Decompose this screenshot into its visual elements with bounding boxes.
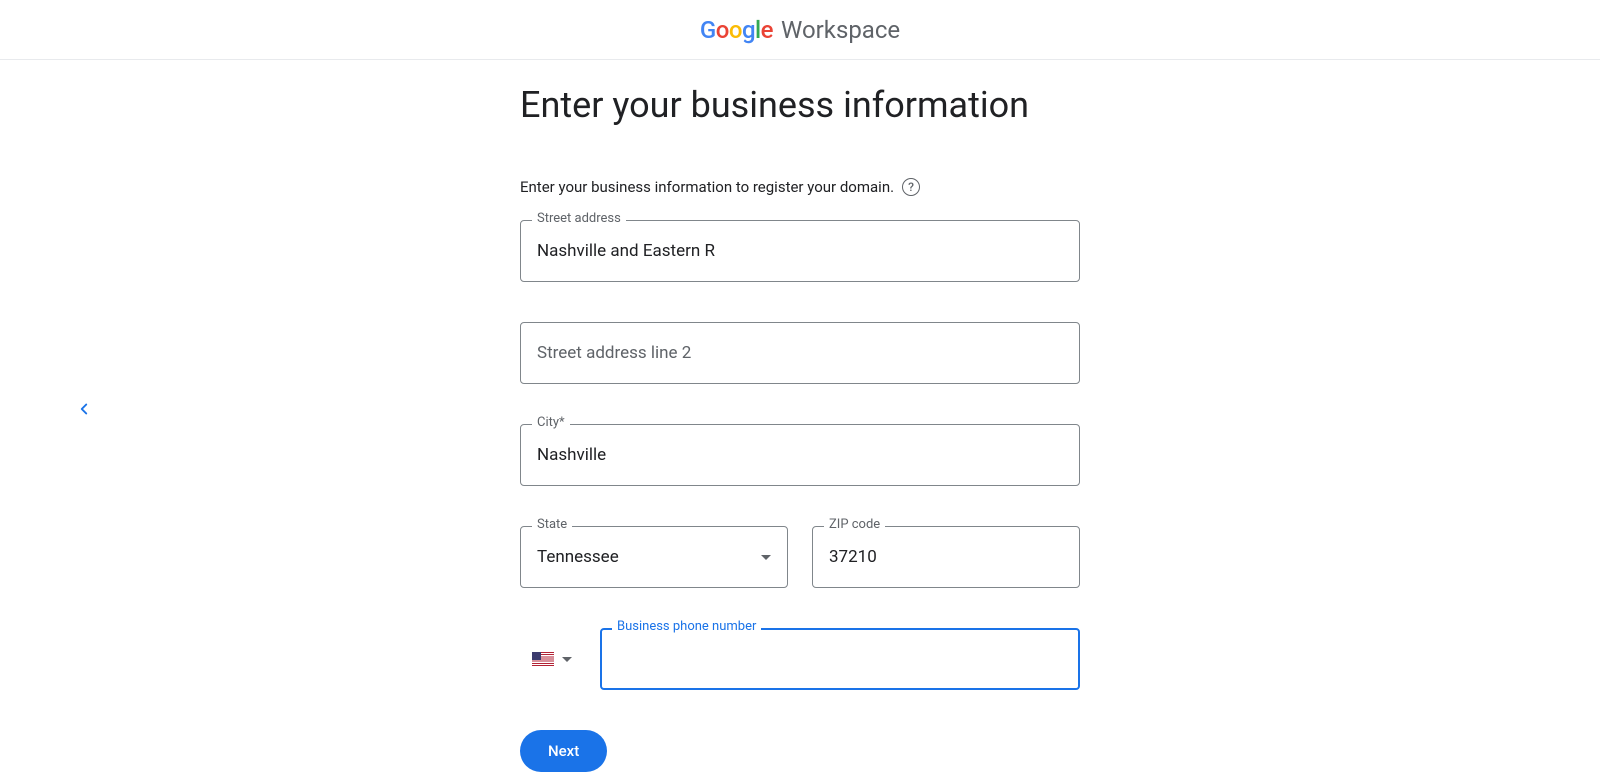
google-logo: Google [700, 16, 773, 44]
help-icon[interactable]: ? [902, 178, 920, 196]
street-address-input[interactable] [520, 220, 1080, 282]
zip-label: ZIP code [824, 517, 885, 532]
phone-row: Business phone number [520, 628, 1080, 690]
state-zip-row: State Tennessee ZIP code [520, 526, 1080, 588]
city-label: City* [532, 415, 570, 430]
chevron-down-icon [562, 657, 572, 662]
street-address-2-input[interactable] [520, 322, 1080, 384]
form-content: Enter your business information Enter yo… [520, 60, 1080, 772]
state-label: State [532, 517, 572, 532]
chevron-down-icon [761, 555, 771, 560]
zip-field: ZIP code [812, 526, 1080, 588]
phone-input[interactable] [600, 628, 1080, 690]
subtitle-row: Enter your business information to regis… [520, 178, 1080, 196]
country-code-select[interactable] [520, 652, 572, 666]
state-value: Tennessee [537, 547, 619, 567]
street-address-field: Street address [520, 220, 1080, 282]
page-title: Enter your business information [520, 84, 1080, 126]
us-flag-icon [532, 652, 554, 666]
street-address-label: Street address [532, 211, 626, 226]
phone-label: Business phone number [612, 619, 761, 634]
subtitle-text: Enter your business information to regis… [520, 178, 894, 196]
street-address-2-field [520, 322, 1080, 384]
next-button[interactable]: Next [520, 730, 607, 772]
logo: Google Workspace [700, 16, 900, 44]
product-name: Workspace [781, 16, 900, 44]
state-field: State Tennessee [520, 526, 788, 588]
city-input[interactable] [520, 424, 1080, 486]
city-field: City* [520, 424, 1080, 486]
back-button[interactable] [75, 400, 93, 422]
state-select[interactable]: Tennessee [520, 526, 788, 588]
chevron-left-icon [75, 400, 93, 418]
header: Google Workspace [0, 0, 1600, 60]
phone-field: Business phone number [600, 628, 1080, 690]
zip-input[interactable] [812, 526, 1080, 588]
